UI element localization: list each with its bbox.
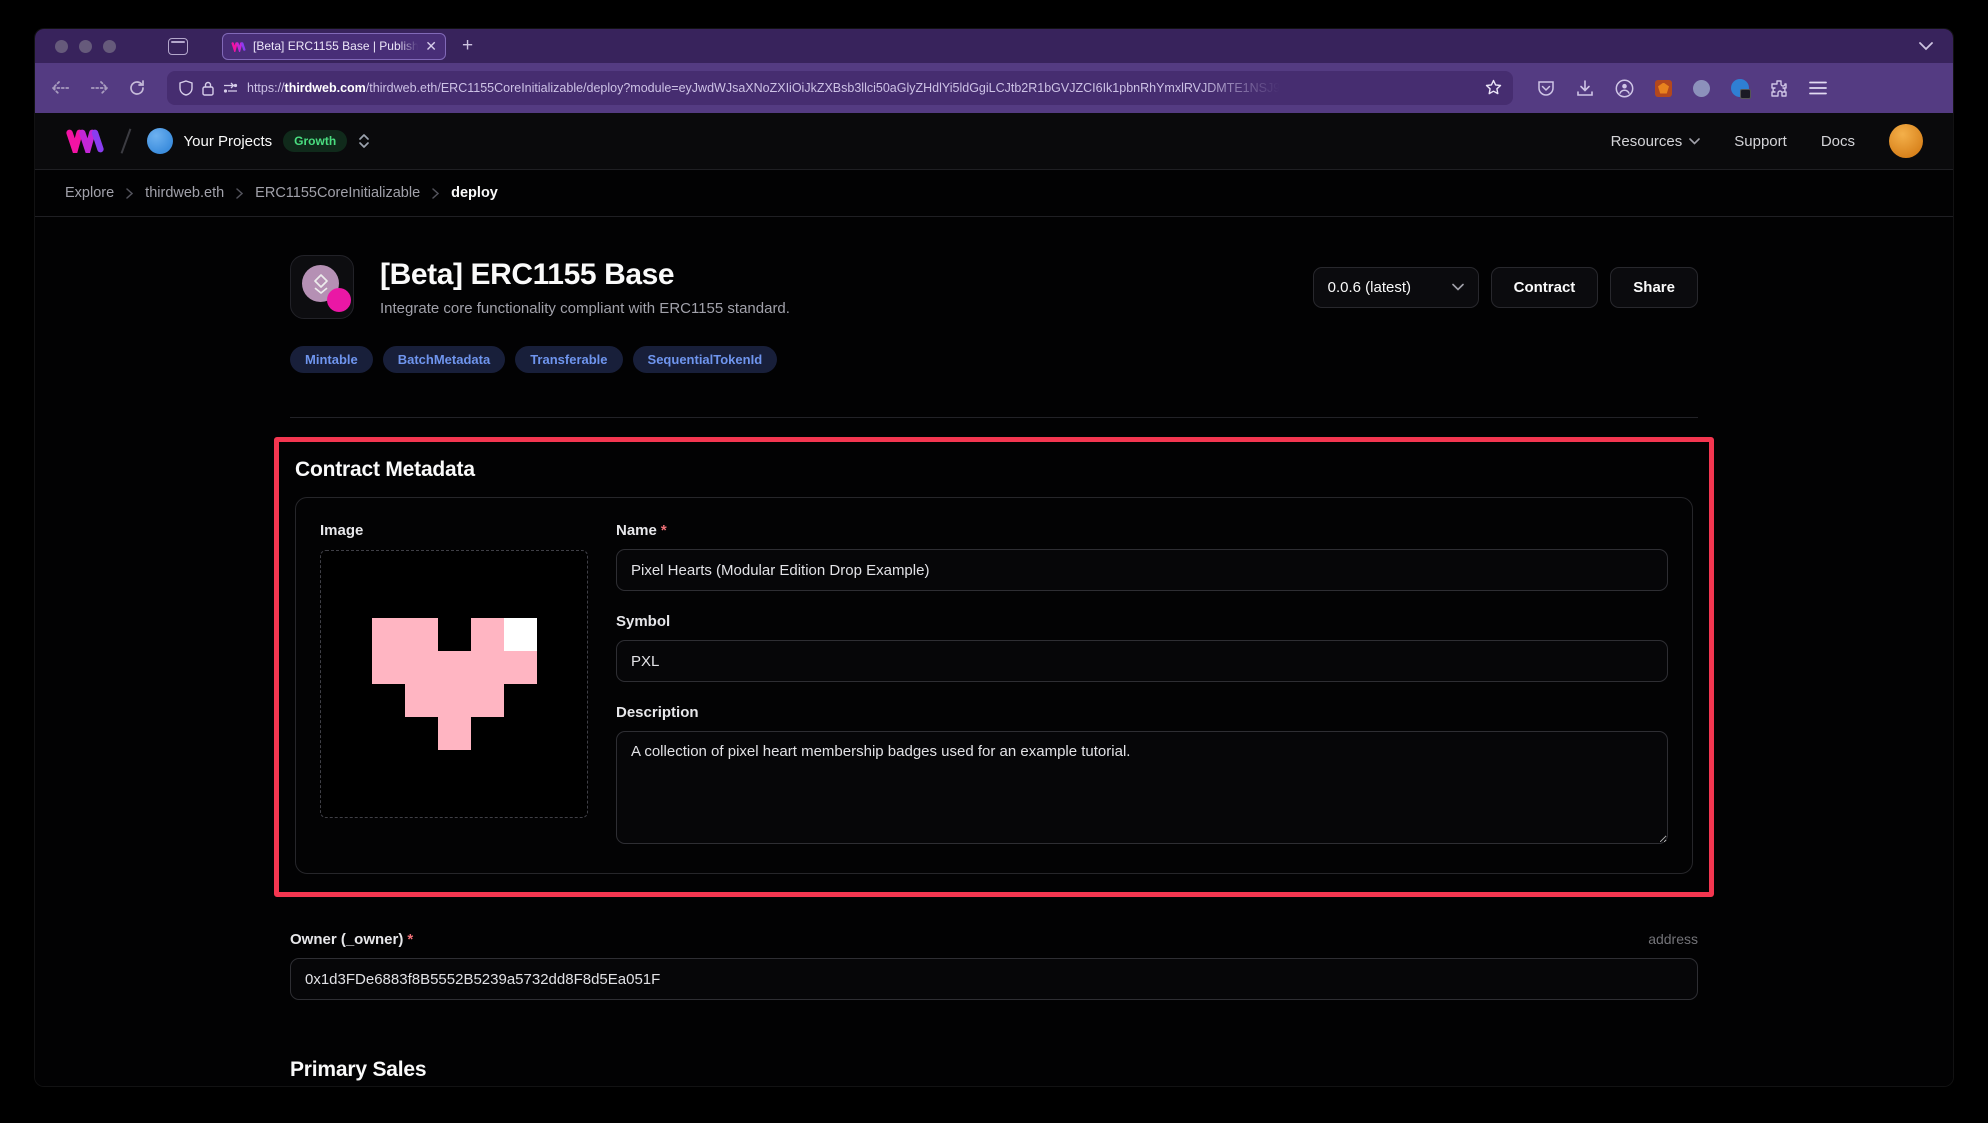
project-name: Your Projects (184, 133, 273, 150)
share-button[interactable]: Share (1610, 267, 1698, 308)
extensions-puzzle-icon[interactable] (1770, 79, 1788, 97)
url-bar[interactable]: https://thirdweb.com/thirdweb.eth/ERC115… (167, 71, 1513, 105)
tag-batchmetadata[interactable]: BatchMetadata (383, 346, 505, 373)
browser-window: [Beta] ERC1155 Base | Publishe ✕ + (34, 28, 1954, 1087)
required-marker: * (661, 522, 667, 539)
chevron-down-icon (1452, 283, 1464, 291)
owner-label: Owner (_owner)* (290, 931, 413, 948)
owner-input[interactable] (290, 958, 1698, 1000)
symbol-label: Symbol (616, 613, 1668, 630)
shield-icon[interactable] (179, 80, 193, 96)
version-select[interactable]: 0.0.6 (latest) (1313, 267, 1479, 308)
window-close-button[interactable] (55, 40, 68, 53)
contract-metadata-highlight: Contract Metadata Image Name* Symbol (274, 437, 1714, 897)
window-minimize-button[interactable] (79, 40, 92, 53)
tag-transferable[interactable]: Transferable (515, 346, 622, 373)
breadcrumb-deploy: deploy (451, 185, 498, 201)
chevron-down-icon (1689, 138, 1700, 145)
tag-mintable[interactable]: Mintable (290, 346, 373, 373)
page-subtitle: Integrate core functionality compliant w… (380, 300, 790, 317)
section-divider (290, 417, 1698, 418)
bookmark-star-icon[interactable] (1485, 79, 1502, 96)
back-icon[interactable] (51, 81, 70, 95)
project-avatar (147, 128, 173, 154)
required-marker: * (407, 931, 413, 948)
url-text: https://thirdweb.com/thirdweb.eth/ERC115… (247, 81, 1280, 95)
project-switcher[interactable]: Your Projects Growth (147, 128, 371, 154)
window-controls (55, 40, 116, 53)
contract-publisher-icon (290, 255, 354, 319)
contract-metadata-card: Image Name* Symbol Description A collect… (295, 497, 1693, 874)
breadcrumb: Explore thirdweb.eth ERC1155CoreInitiali… (35, 170, 1953, 217)
nav-docs[interactable]: Docs (1821, 133, 1855, 150)
breadcrumb-publisher[interactable]: thirdweb.eth (145, 185, 224, 201)
extension-privacy-icon[interactable] (1731, 79, 1749, 97)
window-zoom-button[interactable] (103, 40, 116, 53)
pocket-icon[interactable] (1537, 80, 1555, 97)
description-textarea[interactable]: A collection of pixel heart membership b… (616, 731, 1668, 844)
name-input[interactable] (616, 549, 1668, 591)
forward-icon[interactable] (90, 81, 109, 95)
owner-type-hint: address (1648, 931, 1698, 947)
primary-sales-heading: Primary Sales (290, 1058, 1698, 1082)
pixel-heart-image (372, 618, 537, 750)
image-label: Image (320, 522, 588, 539)
lock-icon[interactable] (202, 81, 214, 96)
beta-dot (327, 288, 351, 312)
nav-resources[interactable]: Resources (1611, 133, 1701, 150)
breadcrumb-separator-icon (432, 188, 439, 199)
thirdweb-favicon (231, 41, 246, 52)
page-title: [Beta] ERC1155 Base (380, 258, 790, 292)
tab-title: [Beta] ERC1155 Base | Publishe (253, 39, 418, 53)
content-area: [Beta] ERC1155 Base Integrate core funct… (35, 217, 1953, 1087)
contract-metadata-heading: Contract Metadata (295, 458, 1693, 482)
breadcrumb-contract[interactable]: ERC1155CoreInitializable (255, 185, 420, 201)
description-label: Description (616, 704, 1668, 721)
name-label: Name* (616, 522, 1668, 539)
extension-wallet-icon[interactable] (1693, 80, 1710, 97)
user-avatar[interactable] (1889, 124, 1923, 158)
new-tab-button[interactable]: + (462, 35, 473, 57)
list-tabs-chevron-icon[interactable] (1919, 42, 1933, 51)
breadcrumb-separator-icon (126, 188, 133, 199)
symbol-input[interactable] (616, 640, 1668, 682)
primary-sales-section: Primary Sales Recipient Address* (290, 1058, 1698, 1087)
download-icon[interactable] (1576, 80, 1594, 97)
account-icon[interactable] (1615, 79, 1634, 98)
contract-button[interactable]: Contract (1491, 267, 1599, 308)
owner-field-block: Owner (_owner)* address (290, 931, 1698, 1000)
reload-icon[interactable] (129, 80, 145, 96)
menu-icon[interactable] (1809, 81, 1827, 95)
select-chevrons-icon (358, 132, 370, 150)
tag-sequentialtokenid[interactable]: SequentialTokenId (633, 346, 778, 373)
site-header: Your Projects Growth Resources Support D… (35, 113, 1953, 170)
breadcrumb-explore[interactable]: Explore (65, 185, 114, 201)
browser-tab-bar: [Beta] ERC1155 Base | Publishe ✕ + (35, 29, 1953, 63)
nav-support[interactable]: Support (1734, 133, 1787, 150)
tab-close-icon[interactable]: ✕ (425, 39, 437, 53)
image-dropzone[interactable] (320, 550, 588, 818)
firefox-view-icon[interactable] (168, 38, 188, 55)
permissions-icon[interactable] (223, 82, 238, 94)
extension-metamask-icon[interactable] (1655, 80, 1672, 97)
slash-divider (121, 129, 131, 154)
diamond-layers-icon (311, 273, 331, 295)
browser-toolbar: https://thirdweb.com/thirdweb.eth/ERC115… (35, 63, 1953, 113)
plan-badge: Growth (283, 130, 347, 152)
browser-tab[interactable]: [Beta] ERC1155 Base | Publishe ✕ (222, 33, 446, 60)
thirdweb-logo[interactable] (65, 129, 105, 153)
breadcrumb-separator-icon (236, 188, 243, 199)
extension-tags: Mintable BatchMetadata Transferable Sequ… (290, 346, 1698, 373)
page: Your Projects Growth Resources Support D… (35, 113, 1953, 1087)
